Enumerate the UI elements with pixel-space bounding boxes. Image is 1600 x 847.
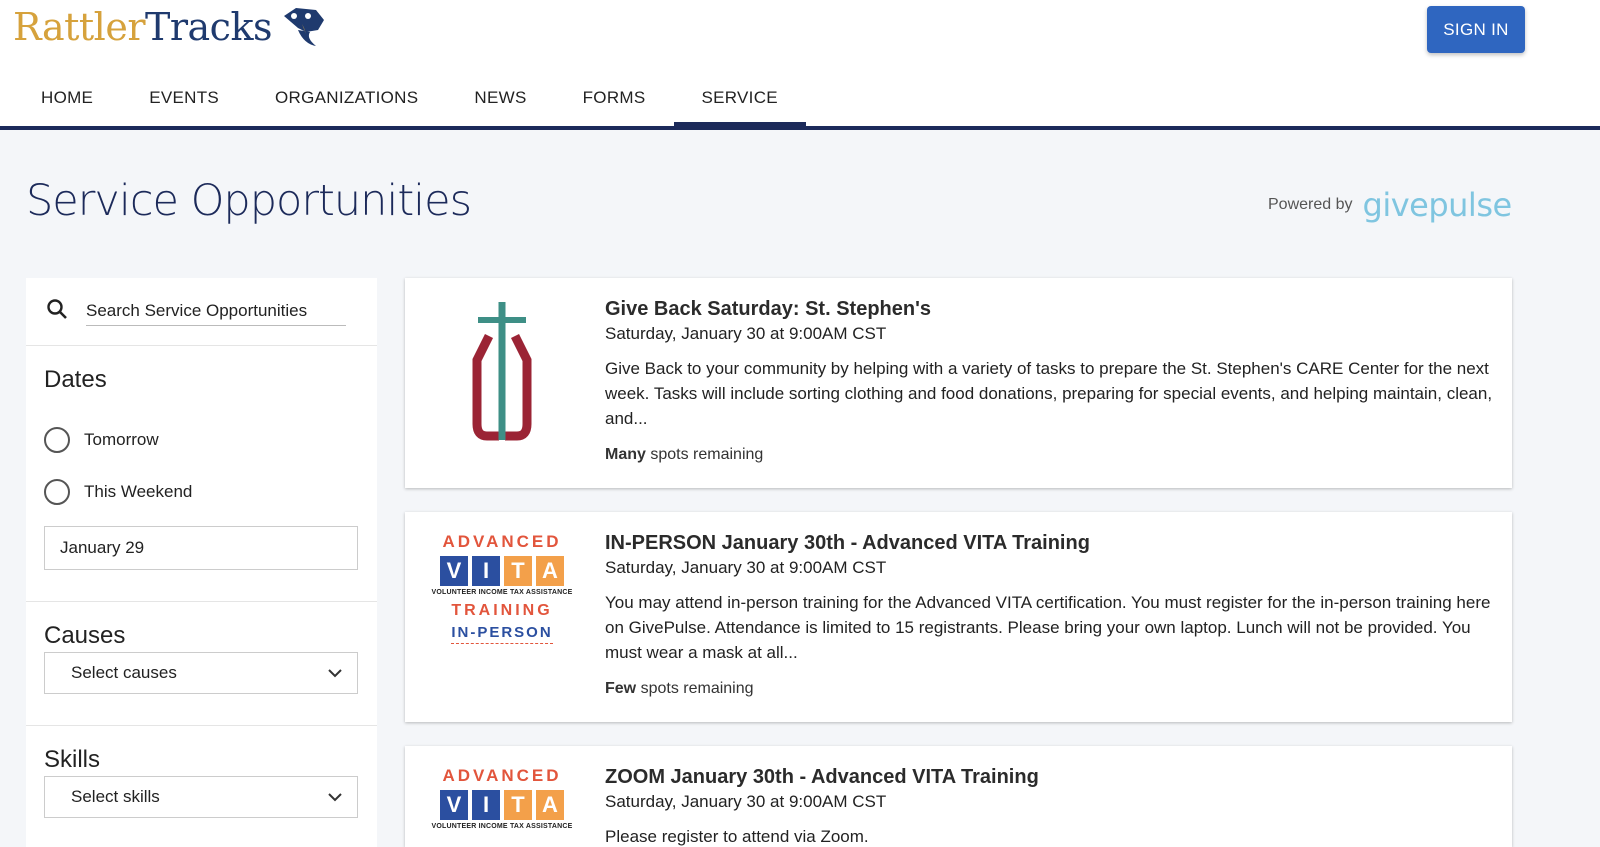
search-input[interactable] (86, 296, 346, 326)
search-icon (47, 299, 67, 319)
opportunity-card[interactable]: ADVANCED V I T A VOLUNTEER INCOME TAX AS… (405, 746, 1512, 847)
rattler-mascot-icon (283, 8, 324, 46)
givepulse-logo: givepulse (1362, 186, 1513, 224)
skills-select[interactable]: Select skills (44, 776, 358, 818)
logo-wordmark: RattlerTracks (13, 5, 272, 49)
card-description: Give Back to your community by helping w… (605, 359, 1493, 428)
dates-title: Dates (44, 366, 107, 393)
opportunity-card[interactable]: Give Back Saturday: St. Stephen's Saturd… (405, 278, 1512, 488)
date-input[interactable] (44, 526, 358, 570)
card-description: Please register to attend via Zoom. (605, 827, 869, 846)
skills-select-label: Select skills (71, 787, 160, 806)
nav-events[interactable]: EVENTS (121, 78, 247, 126)
advanced-vita-training-image: ADVANCED V I T A VOLUNTEER INCOME TAX AS… (431, 766, 573, 830)
card-title[interactable]: IN-PERSON January 30th - Advanced VITA T… (605, 532, 1090, 555)
nav-news[interactable]: NEWS (446, 78, 554, 126)
radio-label: Tomorrow (84, 430, 159, 449)
st-stephens-logo (472, 302, 532, 441)
spots-remaining: Many spots remaining (605, 446, 764, 463)
card-title[interactable]: Give Back Saturday: St. Stephen's (605, 298, 931, 321)
skills-title: Skills (44, 746, 101, 773)
nav-forms[interactable]: FORMS (555, 78, 674, 126)
card-date: Saturday, January 30 at 9:00AM CST (605, 792, 887, 811)
card-description: You may attend in-person training for th… (605, 593, 1491, 662)
chevron-down-icon (328, 793, 342, 802)
spots-remaining: Few spots remaining (605, 680, 754, 697)
radio-circle[interactable] (44, 427, 70, 453)
causes-section: Causes Select causes (26, 602, 377, 726)
radio-this-weekend[interactable]: This Weekend (44, 466, 359, 518)
card-date: Saturday, January 30 at 9:00AM CST (605, 558, 887, 577)
advanced-vita-training-image: ADVANCED V I T A VOLUNTEER INCOME TAX AS… (427, 532, 577, 682)
powered-by-givepulse[interactable]: Powered by givepulse (1268, 186, 1512, 224)
causes-select[interactable]: Select causes (44, 652, 358, 694)
chevron-down-icon (328, 669, 342, 678)
skills-section: Skills Select skills (26, 726, 377, 847)
card-date: Saturday, January 30 at 9:00AM CST (605, 324, 887, 343)
nav-service[interactable]: SERVICE (673, 78, 806, 126)
page-title: Service Opportunities (26, 176, 472, 226)
search-row (26, 278, 377, 346)
rattlertracks-logo[interactable]: RattlerTracks (13, 4, 328, 50)
nav-home[interactable]: HOME (13, 78, 121, 126)
sign-in-button[interactable]: SIGN IN (1427, 6, 1525, 53)
causes-title: Causes (44, 622, 126, 649)
powered-by-label: Powered by (1268, 196, 1353, 213)
nav-organizations[interactable]: ORGANIZATIONS (247, 78, 446, 126)
opportunity-card[interactable]: ADVANCED V I T A VOLUNTEER INCOME TAX AS… (405, 512, 1512, 722)
radio-tomorrow[interactable]: Tomorrow (44, 414, 359, 466)
top-header: RattlerTracks SIGN IN HOME EVENTS ORGANI… (0, 0, 1600, 130)
radio-label: This Weekend (84, 482, 193, 501)
filter-sidebar: Dates Tomorrow This Weekend Causes Selec… (26, 278, 377, 847)
dates-section: Dates Tomorrow This Weekend (26, 346, 377, 602)
radio-circle[interactable] (44, 479, 70, 505)
main-nav: HOME EVENTS ORGANIZATIONS NEWS FORMS SER… (13, 78, 806, 126)
causes-select-label: Select causes (71, 663, 177, 682)
card-title[interactable]: ZOOM January 30th - Advanced VITA Traini… (605, 766, 1039, 789)
